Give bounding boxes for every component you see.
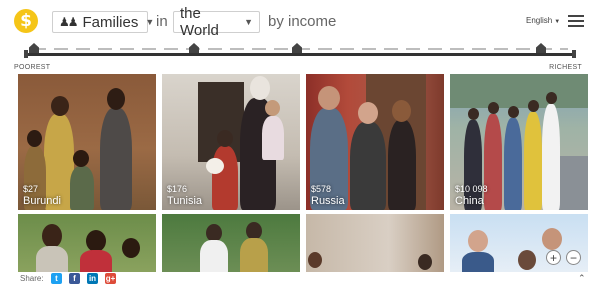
family-income: $27: [23, 184, 39, 194]
linkedin-icon[interactable]: in: [87, 273, 98, 284]
hamburger-menu-icon[interactable]: [568, 15, 584, 27]
slider-left-handle[interactable]: [24, 50, 28, 58]
family-card[interactable]: [450, 214, 588, 272]
zoom-out-button[interactable]: −: [566, 250, 581, 265]
family-card[interactable]: $176 Tunisia: [162, 74, 300, 210]
chevron-down-icon: ▼: [244, 17, 253, 27]
dollar-street-page: $ ♟♟ Families ▼ in the World ▼ by income…: [0, 0, 590, 286]
chevron-down-icon: ▼: [554, 19, 561, 25]
family-card[interactable]: $10 098 China: [450, 74, 588, 210]
family-card[interactable]: $578 Russia: [306, 74, 444, 210]
income-street-line: [28, 53, 572, 56]
income-range-slider[interactable]: [20, 42, 580, 66]
family-income: $176: [167, 184, 188, 194]
zoom-out-label: −: [569, 250, 577, 265]
things-selector[interactable]: ♟♟ Families ▼: [52, 11, 154, 33]
header: $ ♟♟ Families ▼ in the World ▼ by income…: [0, 0, 590, 46]
footer: Share: t f in g+ ⌃: [0, 272, 590, 286]
zoom-in-label: +: [549, 250, 557, 265]
slider-right-handle[interactable]: [572, 50, 576, 58]
facebook-icon[interactable]: f: [69, 273, 80, 284]
richest-label: RICHEST: [549, 64, 582, 71]
chevron-up-icon[interactable]: ⌃: [578, 273, 586, 284]
family-card[interactable]: $27 Burundi: [18, 74, 156, 210]
share-label: Share:: [20, 274, 44, 283]
family-photo: [450, 214, 588, 272]
family-income: $10 098: [455, 184, 488, 194]
family-country: China: [455, 195, 484, 207]
house-icon: [29, 43, 39, 53]
family-country: Burundi: [23, 195, 61, 207]
family-country: Tunisia: [167, 195, 203, 207]
family-card[interactable]: [306, 214, 444, 272]
zoom-in-button[interactable]: +: [546, 250, 561, 265]
google-plus-icon[interactable]: g+: [105, 273, 116, 284]
family-photo: [18, 214, 156, 272]
logo-symbol: $: [20, 11, 32, 31]
place-selector-label: the World: [180, 5, 219, 39]
chevron-down-icon: ▼: [145, 17, 155, 27]
family-card[interactable]: [18, 214, 156, 272]
family-card[interactable]: [162, 214, 300, 272]
dollar-logo-icon[interactable]: $: [14, 9, 38, 33]
family-country: Russia: [311, 195, 345, 207]
family-income: $578: [311, 184, 332, 194]
family-photo: [306, 214, 444, 272]
house-icon: [292, 43, 302, 53]
house-icon: [189, 43, 199, 53]
things-selector-label: Families: [82, 13, 139, 31]
poorest-label: POOREST: [14, 64, 51, 71]
language-label: English: [526, 16, 553, 25]
twitter-icon[interactable]: t: [51, 273, 62, 284]
family-photo: [162, 214, 300, 272]
language-selector[interactable]: English ▼: [526, 16, 560, 25]
family-icon: ♟♟: [59, 15, 78, 29]
by-income-text: by income: [268, 13, 337, 30]
in-text: in: [156, 13, 168, 30]
house-icon: [536, 43, 546, 53]
place-selector[interactable]: the World ▼: [173, 5, 260, 39]
